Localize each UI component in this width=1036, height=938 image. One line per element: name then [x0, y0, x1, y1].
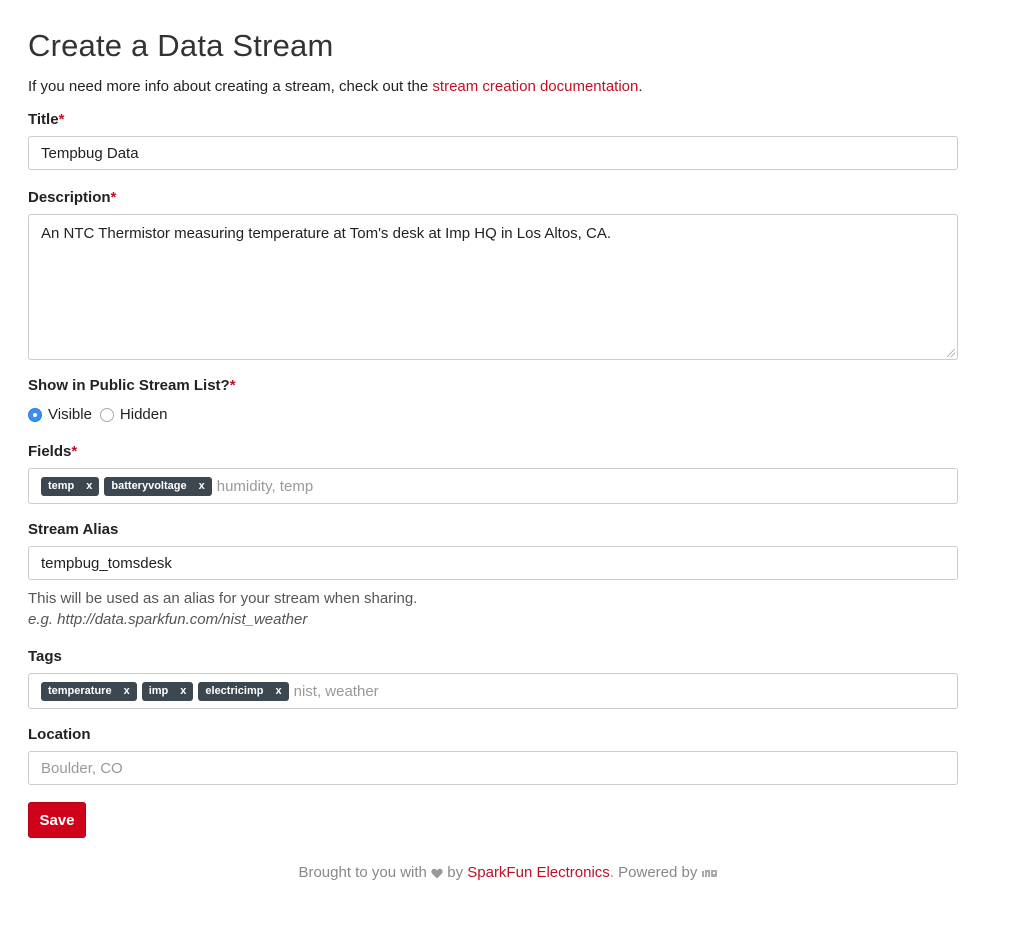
location-field[interactable]: Boulder, CO: [28, 751, 958, 785]
title-field[interactable]: Tempbug Data: [28, 136, 958, 170]
remove-tag-icon[interactable]: x: [124, 685, 130, 697]
intro-text: If you need more info about creating a s…: [28, 78, 643, 95]
documentation-link[interactable]: stream creation documentation: [432, 78, 638, 95]
tags-tag-input[interactable]: temperature x imp x electricimp x nist, wea…: [28, 673, 958, 709]
field-tag: batteryvoltage x: [104, 476, 212, 496]
remove-tag-icon[interactable]: x: [180, 685, 186, 697]
page-title: Create a Data Stream: [28, 28, 334, 63]
visibility-radio-group: Visible Hidden: [28, 406, 175, 423]
alias-field[interactable]: tempbug_tomsdesk: [28, 546, 958, 580]
tag-chip: temperature x: [41, 681, 137, 701]
visible-option[interactable]: Visible: [28, 406, 92, 423]
alias-example-text: e.g. http://data.sparkfun.com/nist_weath…: [28, 611, 308, 628]
tag-chip: imp x: [141, 681, 194, 701]
fields-tag-input[interactable]: temp x batteryvoltage x humidity, temp: [28, 468, 958, 504]
heart-icon: [431, 868, 443, 879]
sparkfun-link[interactable]: SparkFun Electronics: [467, 864, 610, 881]
resize-handle-icon[interactable]: [947, 349, 955, 357]
imp-logo-icon[interactable]: [701, 868, 718, 878]
field-tag: temp x: [41, 476, 100, 496]
hidden-radio[interactable]: [99, 407, 114, 422]
footer: Brought to you with by SparkFun Electron…: [28, 864, 988, 881]
fields-placeholder: humidity, temp: [216, 477, 314, 495]
tag-chip: electricimp x: [198, 681, 289, 701]
alias-label: Stream Alias: [28, 521, 119, 538]
title-label: Title*: [28, 111, 65, 128]
remove-tag-icon[interactable]: x: [86, 480, 92, 492]
fields-label: Fields*: [28, 443, 78, 460]
location-label: Location: [28, 726, 91, 743]
description-textarea[interactable]: An NTC Thermistor measuring temperature …: [28, 214, 958, 360]
tags-placeholder: nist, weather: [293, 682, 379, 700]
visibility-label: Show in Public Stream List?*: [28, 377, 236, 394]
save-button[interactable]: Save: [28, 802, 86, 838]
visible-radio[interactable]: [28, 407, 42, 422]
remove-tag-icon[interactable]: x: [199, 480, 205, 492]
remove-tag-icon[interactable]: x: [275, 685, 281, 697]
tags-label: Tags: [28, 648, 62, 665]
alias-help-text: This will be used as an alias for your s…: [28, 590, 418, 607]
hidden-option[interactable]: Hidden: [99, 406, 167, 423]
description-label: Description*: [28, 189, 117, 206]
